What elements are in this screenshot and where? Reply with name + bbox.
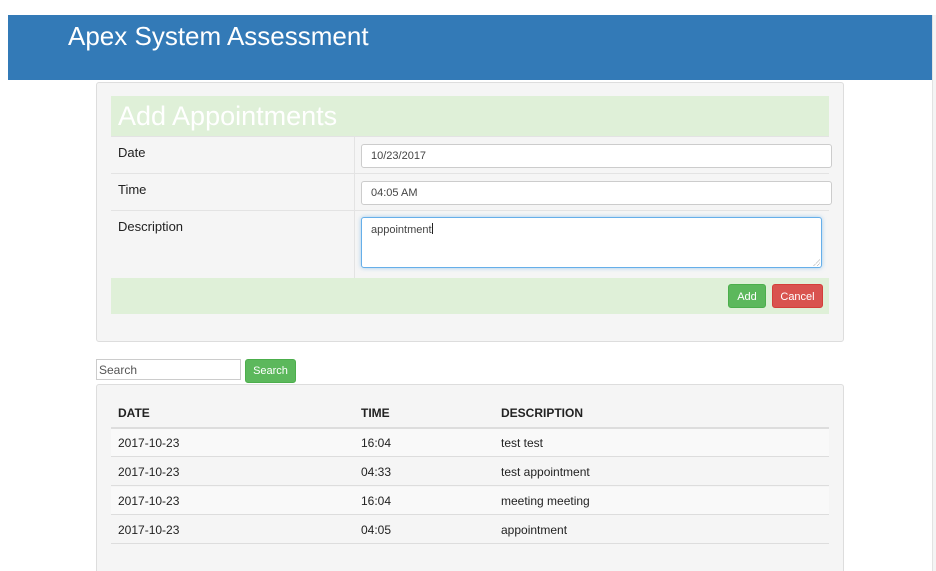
search-button[interactable]: Search <box>245 359 296 383</box>
search-input[interactable] <box>96 359 241 380</box>
column-header-description: DESCRIPTION <box>501 406 584 420</box>
date-row: Date 10/23/2017 <box>111 136 832 174</box>
app-header: Apex System Assessment <box>8 15 932 80</box>
cell-date: 2017-10-23 <box>118 436 180 450</box>
cell-time: 04:05 <box>361 523 392 537</box>
table-row: 2017-10-23 16:04 test test <box>111 429 829 457</box>
column-header-date: DATE <box>118 406 150 420</box>
text-caret <box>431 223 433 234</box>
time-row: Time 04:05 AM <box>111 173 832 211</box>
page-scrollbar[interactable] <box>932 15 936 571</box>
time-label: Time <box>118 182 147 197</box>
panel-title: Add Appointments <box>118 101 338 131</box>
row-divider <box>354 174 355 211</box>
cell-description: meeting meeting <box>501 494 590 508</box>
cell-description: appointment <box>501 523 568 537</box>
add-appointment-panel: Add Appointments Date 10/23/2017 Time 04… <box>96 82 844 342</box>
column-header-time: TIME <box>361 406 390 420</box>
table-row: 2017-10-23 04:05 appointment <box>111 516 829 544</box>
table-row: 2017-10-23 16:04 meeting meeting <box>111 487 829 515</box>
cell-date: 2017-10-23 <box>118 465 180 479</box>
appointments-table: DATE TIME DESCRIPTION 2017-10-23 16:04 t… <box>96 384 844 571</box>
panel-header: Add Appointments <box>111 96 829 136</box>
cell-time: 16:04 <box>361 436 392 450</box>
cell-date: 2017-10-23 <box>118 494 180 508</box>
date-label: Date <box>118 145 146 160</box>
cell-description: test appointment <box>501 465 590 479</box>
panel-footer: Add Cancel <box>111 278 829 314</box>
date-input[interactable]: 10/23/2017 <box>361 144 832 168</box>
description-text: appointment <box>371 224 432 236</box>
description-label: Description <box>118 219 184 234</box>
resize-handle-icon[interactable] <box>813 259 820 266</box>
cell-date: 2017-10-23 <box>118 523 180 537</box>
app-title: Apex System Assessment <box>68 21 369 51</box>
time-input[interactable]: 04:05 AM <box>361 181 832 205</box>
table-header: DATE TIME DESCRIPTION <box>111 399 829 429</box>
row-divider <box>354 137 355 174</box>
cell-time: 04:33 <box>361 465 392 479</box>
description-row: Description appointment <box>111 210 829 279</box>
add-button[interactable]: Add <box>728 284 766 308</box>
cell-time: 16:04 <box>361 494 392 508</box>
description-textarea[interactable]: appointment <box>361 217 822 268</box>
cell-description: test test <box>501 436 544 450</box>
row-divider <box>354 211 355 279</box>
cancel-button[interactable]: Cancel <box>772 284 823 308</box>
table-row: 2017-10-23 04:33 test appointment <box>111 458 829 486</box>
